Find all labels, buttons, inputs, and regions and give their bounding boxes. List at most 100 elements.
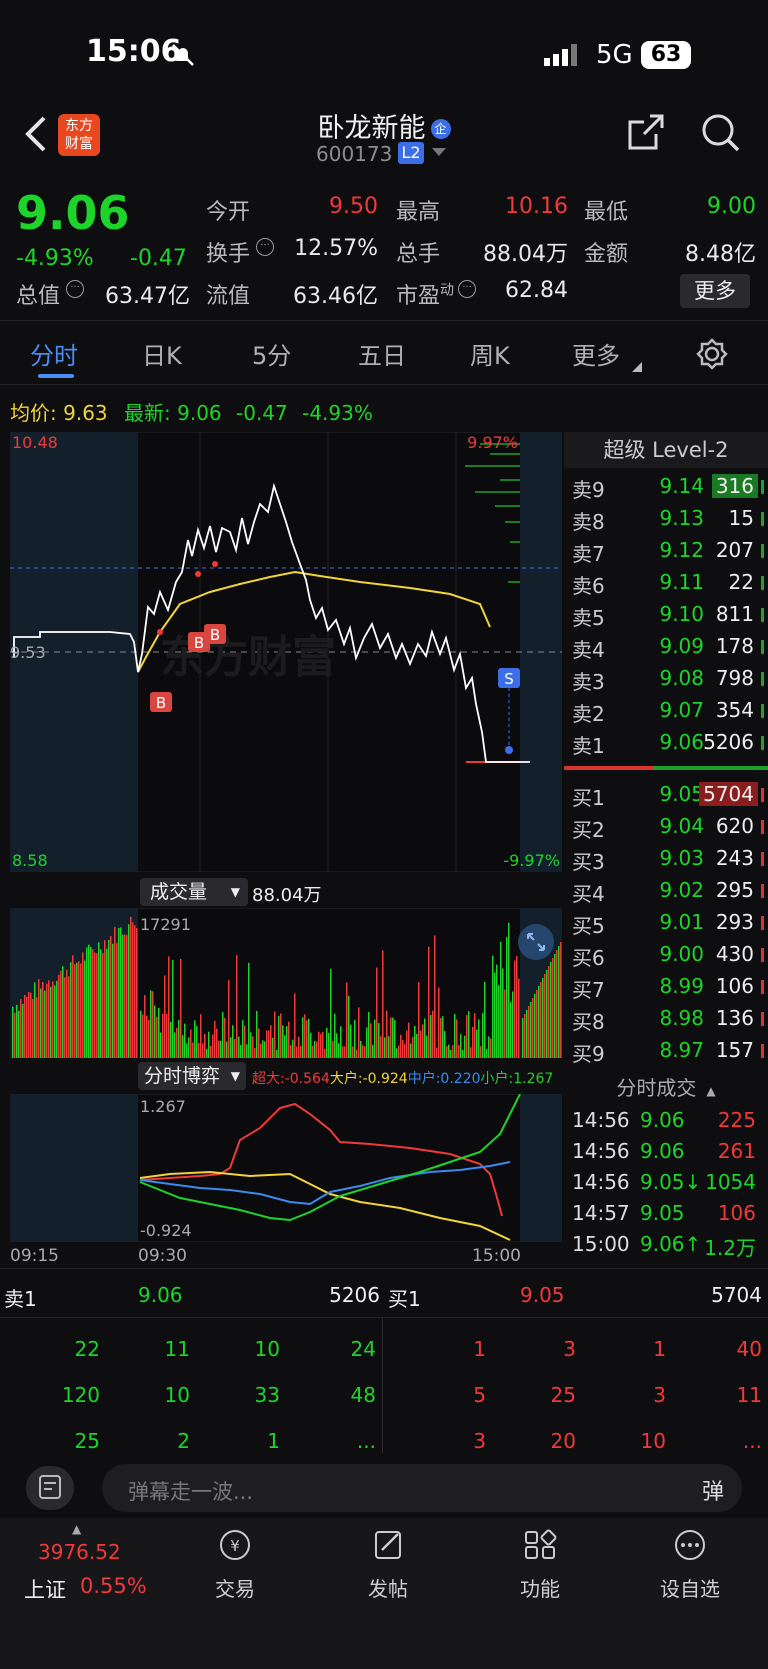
legend-mid: 中户:0.220 bbox=[407, 1071, 481, 1087]
ask-row[interactable]: 卖5 9.10 811 bbox=[564, 598, 764, 630]
more-button[interactable]: 更多 bbox=[680, 274, 750, 308]
book-volume: 798 bbox=[715, 666, 754, 690]
tab-5min[interactable]: 5分 bbox=[252, 336, 291, 371]
ask-row[interactable]: 卖3 9.08 798 bbox=[564, 662, 764, 694]
book-volume: 295 bbox=[715, 878, 754, 902]
settings-gear-icon[interactable] bbox=[696, 338, 728, 370]
queue-bid-cell: 5 bbox=[473, 1383, 486, 1407]
ask-row[interactable]: 卖7 9.12 207 bbox=[564, 534, 764, 566]
tab-more[interactable]: 更多 bbox=[572, 336, 620, 371]
volume-selector[interactable]: 成交量 ▼ bbox=[140, 878, 248, 906]
volume-bar bbox=[328, 1032, 330, 1058]
volume-bar bbox=[482, 1012, 484, 1058]
book-depth-tick bbox=[761, 480, 764, 494]
ask-row[interactable]: 卖1 9.06 5206 bbox=[564, 726, 764, 758]
bid-row[interactable]: 买9 8.97 157 bbox=[564, 1034, 764, 1066]
info-icon[interactable]: ··· bbox=[458, 280, 476, 298]
buy-marker[interactable]: B bbox=[150, 692, 172, 712]
bid-row[interactable]: 买5 9.01 293 bbox=[564, 906, 764, 938]
volume-bar bbox=[14, 1012, 16, 1058]
volume-bar bbox=[416, 1033, 418, 1058]
volume-bar bbox=[534, 994, 536, 1058]
tab-daily-k[interactable]: 日K bbox=[142, 336, 182, 371]
nav-post[interactable]: 发帖 bbox=[328, 1528, 448, 1602]
game-chart[interactable]: 1.267 -0.924 bbox=[10, 1094, 562, 1242]
search-icon[interactable] bbox=[700, 112, 742, 154]
volume-bar bbox=[492, 955, 494, 1058]
volume-bar bbox=[308, 1018, 310, 1058]
bid-row[interactable]: 买4 9.02 295 bbox=[564, 874, 764, 906]
quote-panel: 9.06 -4.93% -0.47 今开 9.50 最高 10.16 最低 9.… bbox=[0, 180, 768, 321]
tab-weekly-k[interactable]: 周K bbox=[470, 336, 510, 371]
share-icon[interactable] bbox=[626, 112, 666, 152]
index-value[interactable]: 3976.52 bbox=[38, 1540, 121, 1564]
bid-row[interactable]: 买2 9.04 620 bbox=[564, 810, 764, 842]
bid-row[interactable]: 买8 8.98 136 bbox=[564, 1002, 764, 1034]
level-badge[interactable]: L2 bbox=[398, 142, 424, 164]
bid-row[interactable]: 买1 9.05 5704 bbox=[564, 778, 764, 810]
app-header: 东方 财富 卧龙新能 企 600173 L2 bbox=[0, 100, 768, 180]
danmu-toggle-icon[interactable] bbox=[26, 1466, 74, 1510]
dropdown-icon: ▼ bbox=[230, 1069, 240, 1083]
mktcap-value: 63.47亿 bbox=[105, 284, 190, 309]
nav-trade[interactable]: ¥ 交易 bbox=[175, 1528, 295, 1602]
expand-icon[interactable] bbox=[518, 924, 554, 960]
queue-ask-cell: ... bbox=[356, 1429, 376, 1453]
volume-bar bbox=[490, 1038, 492, 1058]
trades-title[interactable]: 分时成交 ▲ bbox=[564, 1072, 768, 1102]
nav-functions[interactable]: 功能 bbox=[480, 1528, 600, 1602]
ask-row[interactable]: 卖8 9.13 15 bbox=[564, 502, 764, 534]
volume-bar bbox=[22, 1003, 24, 1058]
volume-bar bbox=[514, 960, 516, 1058]
volume-bar bbox=[368, 1012, 370, 1058]
mid-label: 9.53 bbox=[10, 643, 46, 662]
volume-bar bbox=[452, 1045, 454, 1058]
dropdown-icon[interactable] bbox=[432, 148, 446, 158]
volume-bar bbox=[142, 1014, 144, 1058]
book-volume: 15 bbox=[728, 506, 754, 530]
bid-row[interactable]: 买6 9.00 430 bbox=[564, 938, 764, 970]
volume-bar bbox=[480, 1046, 482, 1058]
index-name[interactable]: 上证 bbox=[24, 1574, 66, 1604]
volume-bar bbox=[442, 1016, 444, 1058]
danmu-send-button[interactable]: 弹 bbox=[702, 1474, 724, 1506]
ask-row[interactable]: 卖2 9.07 354 bbox=[564, 694, 764, 726]
ask-row[interactable]: 卖4 9.09 178 bbox=[564, 630, 764, 662]
volume-bar bbox=[456, 1019, 458, 1058]
volume-bar bbox=[512, 991, 514, 1058]
trade-price: 9.05↓ bbox=[640, 1170, 702, 1194]
bell-muted-icon bbox=[172, 44, 194, 66]
game-selector[interactable]: 分时博弈 ▼ bbox=[138, 1062, 246, 1090]
level2-title[interactable]: 超级 Level-2 bbox=[564, 432, 768, 468]
ask-row[interactable]: 卖6 9.11 22 bbox=[564, 566, 764, 598]
volume-bar bbox=[532, 998, 534, 1058]
volume-bar bbox=[302, 1017, 304, 1058]
buy-marker[interactable]: B bbox=[204, 624, 226, 644]
volume-bar bbox=[388, 1036, 390, 1058]
amount-label: 金额 bbox=[584, 242, 629, 267]
queue-bid-vol: 5704 bbox=[711, 1283, 762, 1307]
index-pct[interactable]: 0.55% bbox=[80, 1574, 147, 1598]
queue-bid-cell: 3 bbox=[653, 1383, 666, 1407]
tab-5day[interactable]: 五日 bbox=[358, 336, 406, 371]
sell-marker[interactable]: S bbox=[498, 668, 520, 688]
book-volume: 157 bbox=[715, 1038, 754, 1062]
info-icon[interactable]: ··· bbox=[256, 238, 274, 256]
float-label: 流值 bbox=[206, 284, 251, 309]
trade-row: 14:56 9.05↓ 1054 bbox=[564, 1166, 764, 1198]
tab-intraday[interactable]: 分时 bbox=[30, 336, 78, 371]
volume-bar bbox=[396, 1048, 398, 1058]
volume-bar bbox=[180, 958, 182, 1058]
volume-bar bbox=[238, 1036, 240, 1058]
volume-bar bbox=[432, 1010, 434, 1058]
volume-chart[interactable]: 17291 bbox=[10, 908, 562, 1058]
danmu-input[interactable]: 弹幕走一波... 弹 bbox=[102, 1464, 742, 1512]
nav-add-watchlist[interactable]: 设自选 bbox=[630, 1528, 750, 1602]
bid-row[interactable]: 买3 9.03 243 bbox=[564, 842, 764, 874]
bid-row[interactable]: 买7 8.99 106 bbox=[564, 970, 764, 1002]
price-chart[interactable]: 东方财富 10.48 8.58 9.53 9.97% -9.97% B B B … bbox=[10, 432, 562, 872]
ask-row[interactable]: 卖9 9.14 316 bbox=[564, 470, 764, 502]
book-volume: 354 bbox=[715, 698, 754, 722]
info-icon[interactable]: ··· bbox=[66, 280, 84, 298]
volume-bar bbox=[552, 958, 554, 1058]
